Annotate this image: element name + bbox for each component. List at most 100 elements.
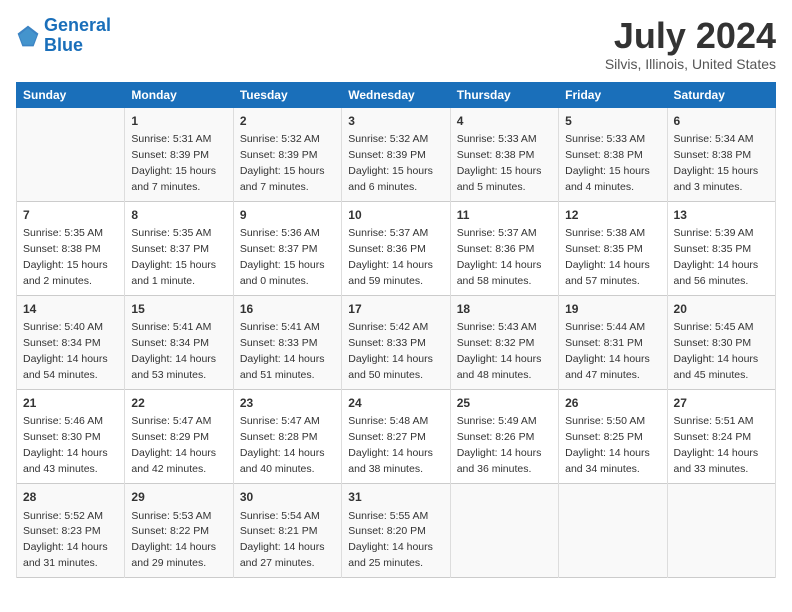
day-number: 11 (457, 207, 552, 224)
day-number: 16 (240, 301, 335, 318)
calendar-cell: 17 Sunrise: 5:42 AM Sunset: 8:33 PM Dayli… (342, 295, 450, 389)
weekday-header-friday: Friday (559, 82, 667, 107)
weekday-header-wednesday: Wednesday (342, 82, 450, 107)
cell-info: Sunrise: 5:55 AM Sunset: 8:20 PM Dayligh… (348, 510, 433, 570)
day-number: 28 (23, 489, 118, 506)
cell-info: Sunrise: 5:37 AM Sunset: 8:36 PM Dayligh… (348, 227, 433, 287)
cell-info: Sunrise: 5:40 AM Sunset: 8:34 PM Dayligh… (23, 321, 108, 381)
day-number: 22 (131, 395, 226, 412)
day-number: 17 (348, 301, 443, 318)
day-number: 20 (674, 301, 769, 318)
calendar-cell: 4 Sunrise: 5:33 AM Sunset: 8:38 PM Daylig… (450, 107, 558, 201)
calendar-cell: 22Sunrise: 5:47 AM Sunset: 8:29 PM Dayli… (125, 390, 233, 484)
calendar-week-row: 7 Sunrise: 5:35 AM Sunset: 8:38 PM Daylig… (17, 201, 776, 295)
day-number: 27 (674, 395, 769, 412)
month-title: July 2024 (605, 16, 776, 56)
day-number: 18 (457, 301, 552, 318)
calendar-cell: 14 Sunrise: 5:40 AM Sunset: 8:34 PM Dayli… (17, 295, 125, 389)
cell-info: Sunrise: 5:47 AM Sunset: 8:28 PM Dayligh… (240, 415, 325, 475)
location: Silvis, Illinois, United States (605, 56, 776, 72)
calendar-body: 1Sunrise: 5:31 AM Sunset: 8:39 PM Daylig… (17, 107, 776, 578)
cell-info: Sunrise: 5:33 AM Sunset: 8:38 PM Dayligh… (565, 133, 650, 193)
cell-info: Sunrise: 5:43 AM Sunset: 8:32 PM Dayligh… (457, 321, 542, 381)
calendar-cell (559, 484, 667, 578)
calendar-cell: 13 Sunrise: 5:39 AM Sunset: 8:35 PM Dayli… (667, 201, 775, 295)
calendar-week-row: 14 Sunrise: 5:40 AM Sunset: 8:34 PM Dayli… (17, 295, 776, 389)
cell-info: Sunrise: 5:44 AM Sunset: 8:31 PM Dayligh… (565, 321, 650, 381)
day-number: 6 (674, 113, 769, 130)
day-number: 2 (240, 113, 335, 130)
calendar-cell: 29 Sunrise: 5:53 AM Sunset: 8:22 PM Dayli… (125, 484, 233, 578)
calendar-cell (17, 107, 125, 201)
calendar-cell: 6Sunrise: 5:34 AM Sunset: 8:38 PM Daylig… (667, 107, 775, 201)
day-number: 4 (457, 113, 552, 130)
header: General Blue July 2024 Silvis, Illinois,… (16, 16, 776, 72)
calendar-cell: 25 Sunrise: 5:49 AM Sunset: 8:26 PM Dayli… (450, 390, 558, 484)
calendar-cell: 11 Sunrise: 5:37 AM Sunset: 8:36 PM Dayli… (450, 201, 558, 295)
day-number: 24 (348, 395, 443, 412)
day-number: 10 (348, 207, 443, 224)
calendar-cell: 19 Sunrise: 5:44 AM Sunset: 8:31 PM Dayli… (559, 295, 667, 389)
cell-info: Sunrise: 5:33 AM Sunset: 8:38 PM Dayligh… (457, 133, 542, 193)
logo: General Blue (16, 16, 111, 56)
day-number: 7 (23, 207, 118, 224)
calendar-cell (450, 484, 558, 578)
calendar-cell: 12Sunrise: 5:38 AM Sunset: 8:35 PM Dayli… (559, 201, 667, 295)
day-number: 1 (131, 113, 226, 130)
day-number: 13 (674, 207, 769, 224)
cell-info: Sunrise: 5:42 AM Sunset: 8:33 PM Dayligh… (348, 321, 433, 381)
calendar-cell (667, 484, 775, 578)
cell-info: Sunrise: 5:45 AM Sunset: 8:30 PM Dayligh… (674, 321, 759, 381)
calendar-cell: 20 Sunrise: 5:45 AM Sunset: 8:30 PM Dayli… (667, 295, 775, 389)
title-block: July 2024 Silvis, Illinois, United State… (605, 16, 776, 72)
weekday-header-sunday: Sunday (17, 82, 125, 107)
cell-info: Sunrise: 5:53 AM Sunset: 8:22 PM Dayligh… (131, 510, 216, 570)
weekday-header-monday: Monday (125, 82, 233, 107)
day-number: 9 (240, 207, 335, 224)
calendar-cell: 15 Sunrise: 5:41 AM Sunset: 8:34 PM Dayli… (125, 295, 233, 389)
calendar-week-row: 1Sunrise: 5:31 AM Sunset: 8:39 PM Daylig… (17, 107, 776, 201)
cell-info: Sunrise: 5:46 AM Sunset: 8:30 PM Dayligh… (23, 415, 108, 475)
day-number: 29 (131, 489, 226, 506)
calendar-cell: 18 Sunrise: 5:43 AM Sunset: 8:32 PM Dayli… (450, 295, 558, 389)
day-number: 14 (23, 301, 118, 318)
cell-info: Sunrise: 5:49 AM Sunset: 8:26 PM Dayligh… (457, 415, 542, 475)
calendar-cell: 9 Sunrise: 5:36 AM Sunset: 8:37 PM Daylig… (233, 201, 341, 295)
calendar-week-row: 21 Sunrise: 5:46 AM Sunset: 8:30 PM Dayli… (17, 390, 776, 484)
calendar-cell: 26 Sunrise: 5:50 AM Sunset: 8:25 PM Dayli… (559, 390, 667, 484)
cell-info: Sunrise: 5:35 AM Sunset: 8:38 PM Dayligh… (23, 227, 108, 287)
cell-info: Sunrise: 5:39 AM Sunset: 8:35 PM Dayligh… (674, 227, 759, 287)
calendar-week-row: 28 Sunrise: 5:52 AM Sunset: 8:23 PM Dayli… (17, 484, 776, 578)
day-number: 19 (565, 301, 660, 318)
day-number: 26 (565, 395, 660, 412)
weekday-header-saturday: Saturday (667, 82, 775, 107)
cell-info: Sunrise: 5:38 AM Sunset: 8:35 PM Dayligh… (565, 227, 650, 287)
calendar-cell: 3Sunrise: 5:32 AM Sunset: 8:39 PM Daylig… (342, 107, 450, 201)
calendar-cell: 7 Sunrise: 5:35 AM Sunset: 8:38 PM Daylig… (17, 201, 125, 295)
cell-info: Sunrise: 5:54 AM Sunset: 8:21 PM Dayligh… (240, 510, 325, 570)
day-number: 8 (131, 207, 226, 224)
cell-info: Sunrise: 5:50 AM Sunset: 8:25 PM Dayligh… (565, 415, 650, 475)
cell-info: Sunrise: 5:36 AM Sunset: 8:37 PM Dayligh… (240, 227, 325, 287)
main-container: General Blue July 2024 Silvis, Illinois,… (0, 0, 792, 586)
calendar-cell: 5 Sunrise: 5:33 AM Sunset: 8:38 PM Daylig… (559, 107, 667, 201)
cell-info: Sunrise: 5:35 AM Sunset: 8:37 PM Dayligh… (131, 227, 216, 287)
calendar-cell: 16Sunrise: 5:41 AM Sunset: 8:33 PM Dayli… (233, 295, 341, 389)
day-number: 5 (565, 113, 660, 130)
cell-info: Sunrise: 5:32 AM Sunset: 8:39 PM Dayligh… (240, 133, 325, 193)
day-number: 30 (240, 489, 335, 506)
weekday-header-tuesday: Tuesday (233, 82, 341, 107)
calendar-cell: 21 Sunrise: 5:46 AM Sunset: 8:30 PM Dayli… (17, 390, 125, 484)
logo-line1: General (44, 15, 111, 35)
calendar-cell: 30 Sunrise: 5:54 AM Sunset: 8:21 PM Dayli… (233, 484, 341, 578)
cell-info: Sunrise: 5:48 AM Sunset: 8:27 PM Dayligh… (348, 415, 433, 475)
cell-info: Sunrise: 5:37 AM Sunset: 8:36 PM Dayligh… (457, 227, 542, 287)
calendar-table: SundayMondayTuesdayWednesdayThursdayFrid… (16, 82, 776, 579)
day-number: 25 (457, 395, 552, 412)
calendar-cell: 28 Sunrise: 5:52 AM Sunset: 8:23 PM Dayli… (17, 484, 125, 578)
cell-info: Sunrise: 5:41 AM Sunset: 8:34 PM Dayligh… (131, 321, 216, 381)
weekday-header-thursday: Thursday (450, 82, 558, 107)
day-number: 21 (23, 395, 118, 412)
day-number: 15 (131, 301, 226, 318)
cell-info: Sunrise: 5:52 AM Sunset: 8:23 PM Dayligh… (23, 510, 108, 570)
